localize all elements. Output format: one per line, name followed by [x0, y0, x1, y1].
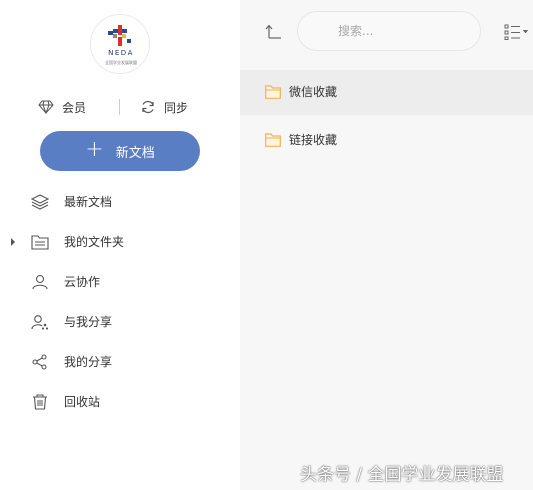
- sidebar-nav: 最新文档 我的文件夹 云协作 与我分享 我的分享 回收站: [0, 182, 240, 422]
- sidebar: NEDA 全国学业发展联盟 会员 同步 + 新文档 最新文档 我的文件夹 云协作…: [0, 0, 240, 490]
- folder-list: 微信收藏 链接收藏: [240, 70, 533, 163]
- member-label: 会员: [62, 100, 87, 115]
- sync-label: 同步: [164, 100, 189, 115]
- share-icon: [32, 354, 47, 370]
- sidebar-item-label: 最新文档: [64, 195, 113, 209]
- logo-subtitle: 全国学业发展联盟: [105, 60, 137, 65]
- sidebar-item-label: 与我分享: [64, 315, 113, 329]
- sidebar-item-label: 我的分享: [64, 355, 113, 369]
- neda-logo-mark-icon: [108, 25, 131, 46]
- sidebar-item-cloud-collab[interactable]: 云协作: [0, 262, 240, 302]
- trash-icon: [33, 394, 47, 410]
- account-row: 会员 同步: [0, 96, 240, 118]
- sync-icon: [142, 100, 154, 114]
- user-icon: [32, 274, 48, 290]
- expand-caret-icon[interactable]: [11, 238, 15, 246]
- sidebar-item-label: 回收站: [64, 395, 101, 409]
- shared-with-me-icon: [31, 315, 49, 330]
- folder-name: 链接收藏: [289, 133, 338, 147]
- search-input[interactable]: [298, 12, 480, 50]
- logo-text: NEDA: [108, 49, 134, 57]
- new-document-button[interactable]: + 新文档: [40, 131, 200, 171]
- sidebar-item-recent[interactable]: 最新文档: [0, 182, 240, 222]
- sync-button[interactable]: 同步: [140, 96, 188, 118]
- plus-icon: +: [85, 137, 104, 162]
- sidebar-item-label: 我的文件夹: [64, 235, 125, 249]
- folder-row[interactable]: 链接收藏: [240, 118, 533, 163]
- member-button[interactable]: 会员: [38, 96, 86, 118]
- folder-name: 微信收藏: [289, 85, 338, 99]
- sidebar-item-shared-with-me[interactable]: 与我分享: [0, 302, 240, 342]
- sidebar-item-label: 云协作: [64, 275, 101, 289]
- folder-icon: [265, 133, 281, 147]
- folder-row[interactable]: 微信收藏: [240, 70, 533, 115]
- up-level-icon[interactable]: [264, 22, 284, 42]
- neda-logo: NEDA 全国学业发展联盟: [90, 14, 150, 74]
- list-view-icon[interactable]: [504, 24, 530, 40]
- new-document-label: 新文档: [115, 145, 155, 161]
- folder-outline-icon: [31, 235, 49, 250]
- sidebar-item-my-shares[interactable]: 我的分享: [0, 342, 240, 382]
- diamond-icon: [38, 100, 54, 114]
- watermark-text: 头条号 / 全国学业发展联盟: [300, 465, 504, 485]
- sidebar-item-trash[interactable]: 回收站: [0, 382, 240, 422]
- sidebar-item-my-folders[interactable]: 我的文件夹: [0, 222, 240, 262]
- toolbar: [240, 0, 533, 66]
- search-box: [297, 11, 481, 51]
- divider: [119, 99, 120, 115]
- folder-icon: [265, 85, 281, 99]
- layers-icon: [31, 194, 49, 210]
